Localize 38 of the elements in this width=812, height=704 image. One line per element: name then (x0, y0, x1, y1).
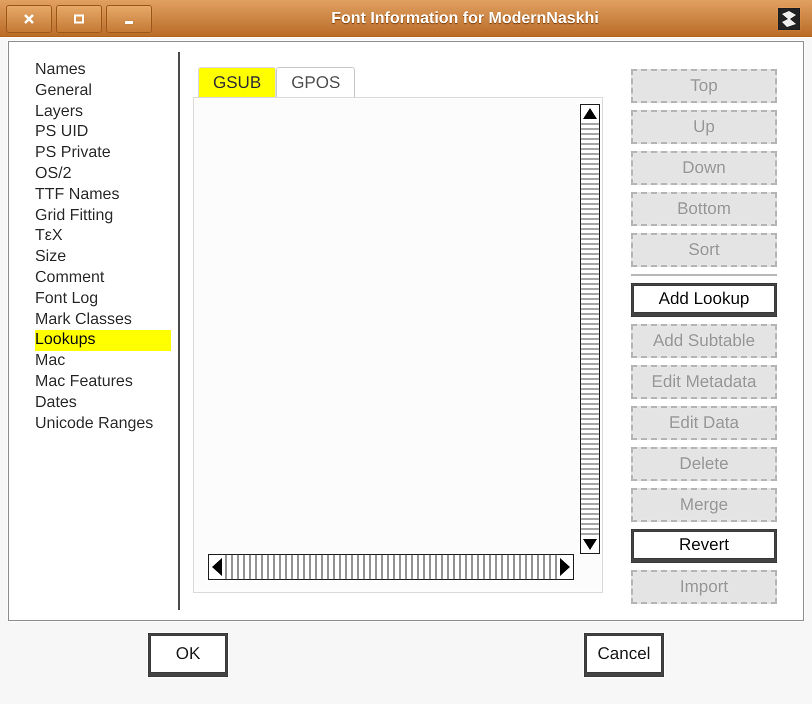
scroll-down-icon[interactable] (581, 537, 599, 553)
sidebar-item[interactable]: Mac Features (35, 372, 133, 393)
sidebar-item[interactable]: Lookups (35, 330, 171, 352)
dialog-button[interactable]: Cancel (584, 633, 664, 677)
sidebar-item[interactable]: OS/2 (35, 164, 72, 185)
maximize-button[interactable] (56, 4, 102, 32)
sidebar-item[interactable]: Names (35, 60, 86, 81)
maximize-icon (73, 12, 85, 24)
vertical-scrollbar[interactable] (580, 104, 600, 554)
dialog-button[interactable]: OK (148, 633, 228, 677)
close-button[interactable] (6, 4, 52, 32)
side-button[interactable]: Add Lookup (631, 283, 777, 317)
sidebar-item[interactable]: General (35, 80, 92, 102)
sidebar-item[interactable]: Mac (35, 351, 66, 372)
minimize-icon (125, 21, 133, 24)
sidebar-item[interactable]: TTF Names (35, 184, 120, 206)
tab[interactable]: GPOS (276, 67, 356, 97)
minimize-button[interactable] (106, 4, 152, 32)
sidebar-item[interactable]: Layers (35, 102, 84, 122)
sidebar-item[interactable]: Grid Fitting (35, 206, 114, 226)
sidebar-item[interactable]: PS Private (35, 143, 111, 164)
sidebar-item[interactable]: TεX (35, 226, 63, 248)
scroll-up-icon[interactable] (581, 105, 599, 121)
app-icon (778, 8, 800, 30)
sidebar-item[interactable]: Size (35, 247, 66, 268)
sidebar-item[interactable]: Dates (35, 392, 77, 414)
sidebar-item[interactable]: Comment (35, 268, 104, 289)
sidebar-item[interactable]: Mark Classes (35, 310, 132, 330)
sidebar-item[interactable]: Unicode Ranges (35, 414, 154, 434)
scroll-left-icon[interactable] (209, 555, 225, 579)
tab[interactable]: GSUB (198, 67, 276, 97)
window-title: Font Information for ModernNaskhi (331, 8, 599, 28)
close-icon (23, 12, 35, 24)
scroll-right-icon[interactable] (557, 555, 573, 579)
sidebar-item[interactable]: PS UID (35, 122, 88, 144)
sidebar-item[interactable]: Font Log (35, 288, 98, 310)
horizontal-scrollbar[interactable] (208, 554, 574, 580)
side-button[interactable]: Revert (631, 529, 777, 563)
